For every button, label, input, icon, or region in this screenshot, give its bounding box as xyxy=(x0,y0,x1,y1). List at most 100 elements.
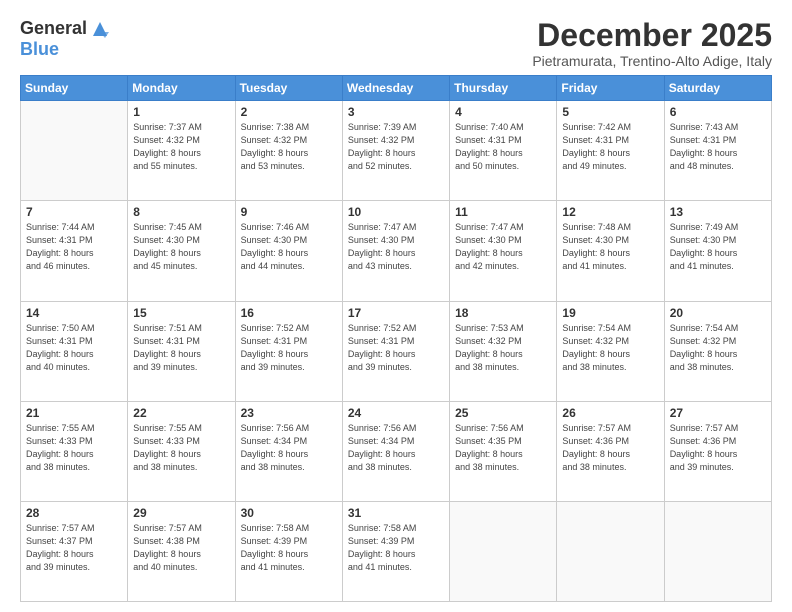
calendar-cell: 17 Sunrise: 7:52 AM Sunset: 4:31 PM Dayli… xyxy=(342,301,449,401)
week-row-2: 14 Sunrise: 7:50 AM Sunset: 4:31 PM Dayli… xyxy=(21,301,772,401)
day-number: 3 xyxy=(348,105,444,119)
weekday-header-row: SundayMondayTuesdayWednesdayThursdayFrid… xyxy=(21,76,772,101)
weekday-header-monday: Monday xyxy=(128,76,235,101)
logo-text: General xyxy=(20,19,87,39)
calendar-cell: 20Sunrise: 7:54 AM Sunset: 4:32 PM Dayli… xyxy=(664,301,771,401)
day-number: 4 xyxy=(455,105,551,119)
day-info: Sunrise: 7:39 AM Sunset: 4:32 PM Dayligh… xyxy=(348,121,444,173)
logo-icon xyxy=(89,18,111,40)
day-number: 8 xyxy=(133,205,229,219)
week-row-1: 7Sunrise: 7:44 AM Sunset: 4:31 PM Daylig… xyxy=(21,201,772,301)
day-number: 6 xyxy=(670,105,766,119)
day-info: Sunrise: 7:46 AM Sunset: 4:30 PM Dayligh… xyxy=(241,221,337,273)
day-info: Sunrise: 7:54 AM Sunset: 4:32 PM Dayligh… xyxy=(562,322,658,374)
day-info: Sunrise: 7:43 AM Sunset: 4:31 PM Dayligh… xyxy=(670,121,766,173)
calendar-cell: 16 Sunrise: 7:52 AM Sunset: 4:31 PM Dayli… xyxy=(235,301,342,401)
day-info: Sunrise: 7:47 AM Sunset: 4:30 PM Dayligh… xyxy=(455,221,551,273)
calendar-cell: 31 Sunrise: 7:58 AM Sunset: 4:39 PM Dayli… xyxy=(342,501,449,601)
day-info: Sunrise: 7:48 AM Sunset: 4:30 PM Dayligh… xyxy=(562,221,658,273)
day-number: 9 xyxy=(241,205,337,219)
calendar-cell: 18Sunrise: 7:53 AM Sunset: 4:32 PM Dayli… xyxy=(450,301,557,401)
day-number: 22 xyxy=(133,406,229,420)
title-block: December 2025 Pietramurata, Trentino-Alt… xyxy=(532,18,772,69)
calendar-cell xyxy=(21,101,128,201)
calendar-cell: 7Sunrise: 7:44 AM Sunset: 4:31 PM Daylig… xyxy=(21,201,128,301)
day-number: 18 xyxy=(455,306,551,320)
calendar-cell: 3 Sunrise: 7:39 AM Sunset: 4:32 PM Daylig… xyxy=(342,101,449,201)
week-row-3: 21 Sunrise: 7:55 AM Sunset: 4:33 PM Dayli… xyxy=(21,401,772,501)
calendar-cell: 4 Sunrise: 7:40 AM Sunset: 4:31 PM Daylig… xyxy=(450,101,557,201)
calendar-cell xyxy=(450,501,557,601)
day-info: Sunrise: 7:42 AM Sunset: 4:31 PM Dayligh… xyxy=(562,121,658,173)
day-number: 25 xyxy=(455,406,551,420)
weekday-header-tuesday: Tuesday xyxy=(235,76,342,101)
day-info: Sunrise: 7:40 AM Sunset: 4:31 PM Dayligh… xyxy=(455,121,551,173)
day-number: 13 xyxy=(670,205,766,219)
day-info: Sunrise: 7:51 AM Sunset: 4:31 PM Dayligh… xyxy=(133,322,229,374)
day-number: 21 xyxy=(26,406,122,420)
day-number: 30 xyxy=(241,506,337,520)
calendar-cell: 24 Sunrise: 7:56 AM Sunset: 4:34 PM Dayli… xyxy=(342,401,449,501)
calendar-cell: 19 Sunrise: 7:54 AM Sunset: 4:32 PM Dayli… xyxy=(557,301,664,401)
day-info: Sunrise: 7:57 AM Sunset: 4:36 PM Dayligh… xyxy=(670,422,766,474)
calendar-cell: 27 Sunrise: 7:57 AM Sunset: 4:36 PM Dayli… xyxy=(664,401,771,501)
calendar-cell: 26 Sunrise: 7:57 AM Sunset: 4:36 PM Dayli… xyxy=(557,401,664,501)
weekday-header-thursday: Thursday xyxy=(450,76,557,101)
calendar-cell: 10 Sunrise: 7:47 AM Sunset: 4:30 PM Dayli… xyxy=(342,201,449,301)
day-number: 19 xyxy=(562,306,658,320)
day-number: 16 xyxy=(241,306,337,320)
day-info: Sunrise: 7:52 AM Sunset: 4:31 PM Dayligh… xyxy=(348,322,444,374)
day-number: 27 xyxy=(670,406,766,420)
day-number: 12 xyxy=(562,205,658,219)
calendar-cell: 8 Sunrise: 7:45 AM Sunset: 4:30 PM Daylig… xyxy=(128,201,235,301)
weekday-header-sunday: Sunday xyxy=(21,76,128,101)
day-number: 10 xyxy=(348,205,444,219)
page: General Blue December 2025 Pietramurata,… xyxy=(0,0,792,612)
day-info: Sunrise: 7:58 AM Sunset: 4:39 PM Dayligh… xyxy=(348,522,444,574)
weekday-header-wednesday: Wednesday xyxy=(342,76,449,101)
calendar-cell: 25Sunrise: 7:56 AM Sunset: 4:35 PM Dayli… xyxy=(450,401,557,501)
day-number: 28 xyxy=(26,506,122,520)
day-info: Sunrise: 7:56 AM Sunset: 4:34 PM Dayligh… xyxy=(241,422,337,474)
calendar-cell: 14 Sunrise: 7:50 AM Sunset: 4:31 PM Dayli… xyxy=(21,301,128,401)
day-number: 20 xyxy=(670,306,766,320)
day-info: Sunrise: 7:56 AM Sunset: 4:34 PM Dayligh… xyxy=(348,422,444,474)
logo-blue-text: Blue xyxy=(20,39,59,59)
logo: General Blue xyxy=(20,18,111,60)
day-info: Sunrise: 7:57 AM Sunset: 4:36 PM Dayligh… xyxy=(562,422,658,474)
day-number: 15 xyxy=(133,306,229,320)
calendar-cell: 22 Sunrise: 7:55 AM Sunset: 4:33 PM Dayli… xyxy=(128,401,235,501)
day-info: Sunrise: 7:55 AM Sunset: 4:33 PM Dayligh… xyxy=(26,422,122,474)
day-info: Sunrise: 7:38 AM Sunset: 4:32 PM Dayligh… xyxy=(241,121,337,173)
week-row-0: 1 Sunrise: 7:37 AM Sunset: 4:32 PM Daylig… xyxy=(21,101,772,201)
day-info: Sunrise: 7:47 AM Sunset: 4:30 PM Dayligh… xyxy=(348,221,444,273)
calendar-cell: 11Sunrise: 7:47 AM Sunset: 4:30 PM Dayli… xyxy=(450,201,557,301)
day-number: 2 xyxy=(241,105,337,119)
day-number: 24 xyxy=(348,406,444,420)
day-info: Sunrise: 7:37 AM Sunset: 4:32 PM Dayligh… xyxy=(133,121,229,173)
weekday-header-saturday: Saturday xyxy=(664,76,771,101)
day-number: 31 xyxy=(348,506,444,520)
month-title: December 2025 xyxy=(532,18,772,53)
day-number: 29 xyxy=(133,506,229,520)
location-subtitle: Pietramurata, Trentino-Alto Adige, Italy xyxy=(532,53,772,69)
day-number: 17 xyxy=(348,306,444,320)
calendar-cell xyxy=(557,501,664,601)
day-info: Sunrise: 7:52 AM Sunset: 4:31 PM Dayligh… xyxy=(241,322,337,374)
day-info: Sunrise: 7:57 AM Sunset: 4:37 PM Dayligh… xyxy=(26,522,122,574)
header: General Blue December 2025 Pietramurata,… xyxy=(20,18,772,69)
calendar-cell: 15 Sunrise: 7:51 AM Sunset: 4:31 PM Dayli… xyxy=(128,301,235,401)
calendar-cell: 2 Sunrise: 7:38 AM Sunset: 4:32 PM Daylig… xyxy=(235,101,342,201)
calendar-cell: 5Sunrise: 7:42 AM Sunset: 4:31 PM Daylig… xyxy=(557,101,664,201)
day-info: Sunrise: 7:44 AM Sunset: 4:31 PM Dayligh… xyxy=(26,221,122,273)
day-number: 14 xyxy=(26,306,122,320)
day-number: 26 xyxy=(562,406,658,420)
day-info: Sunrise: 7:50 AM Sunset: 4:31 PM Dayligh… xyxy=(26,322,122,374)
calendar-cell: 28 Sunrise: 7:57 AM Sunset: 4:37 PM Dayli… xyxy=(21,501,128,601)
day-info: Sunrise: 7:45 AM Sunset: 4:30 PM Dayligh… xyxy=(133,221,229,273)
day-info: Sunrise: 7:57 AM Sunset: 4:38 PM Dayligh… xyxy=(133,522,229,574)
calendar-cell: 23Sunrise: 7:56 AM Sunset: 4:34 PM Dayli… xyxy=(235,401,342,501)
calendar-cell: 12 Sunrise: 7:48 AM Sunset: 4:30 PM Dayli… xyxy=(557,201,664,301)
day-info: Sunrise: 7:55 AM Sunset: 4:33 PM Dayligh… xyxy=(133,422,229,474)
day-number: 1 xyxy=(133,105,229,119)
